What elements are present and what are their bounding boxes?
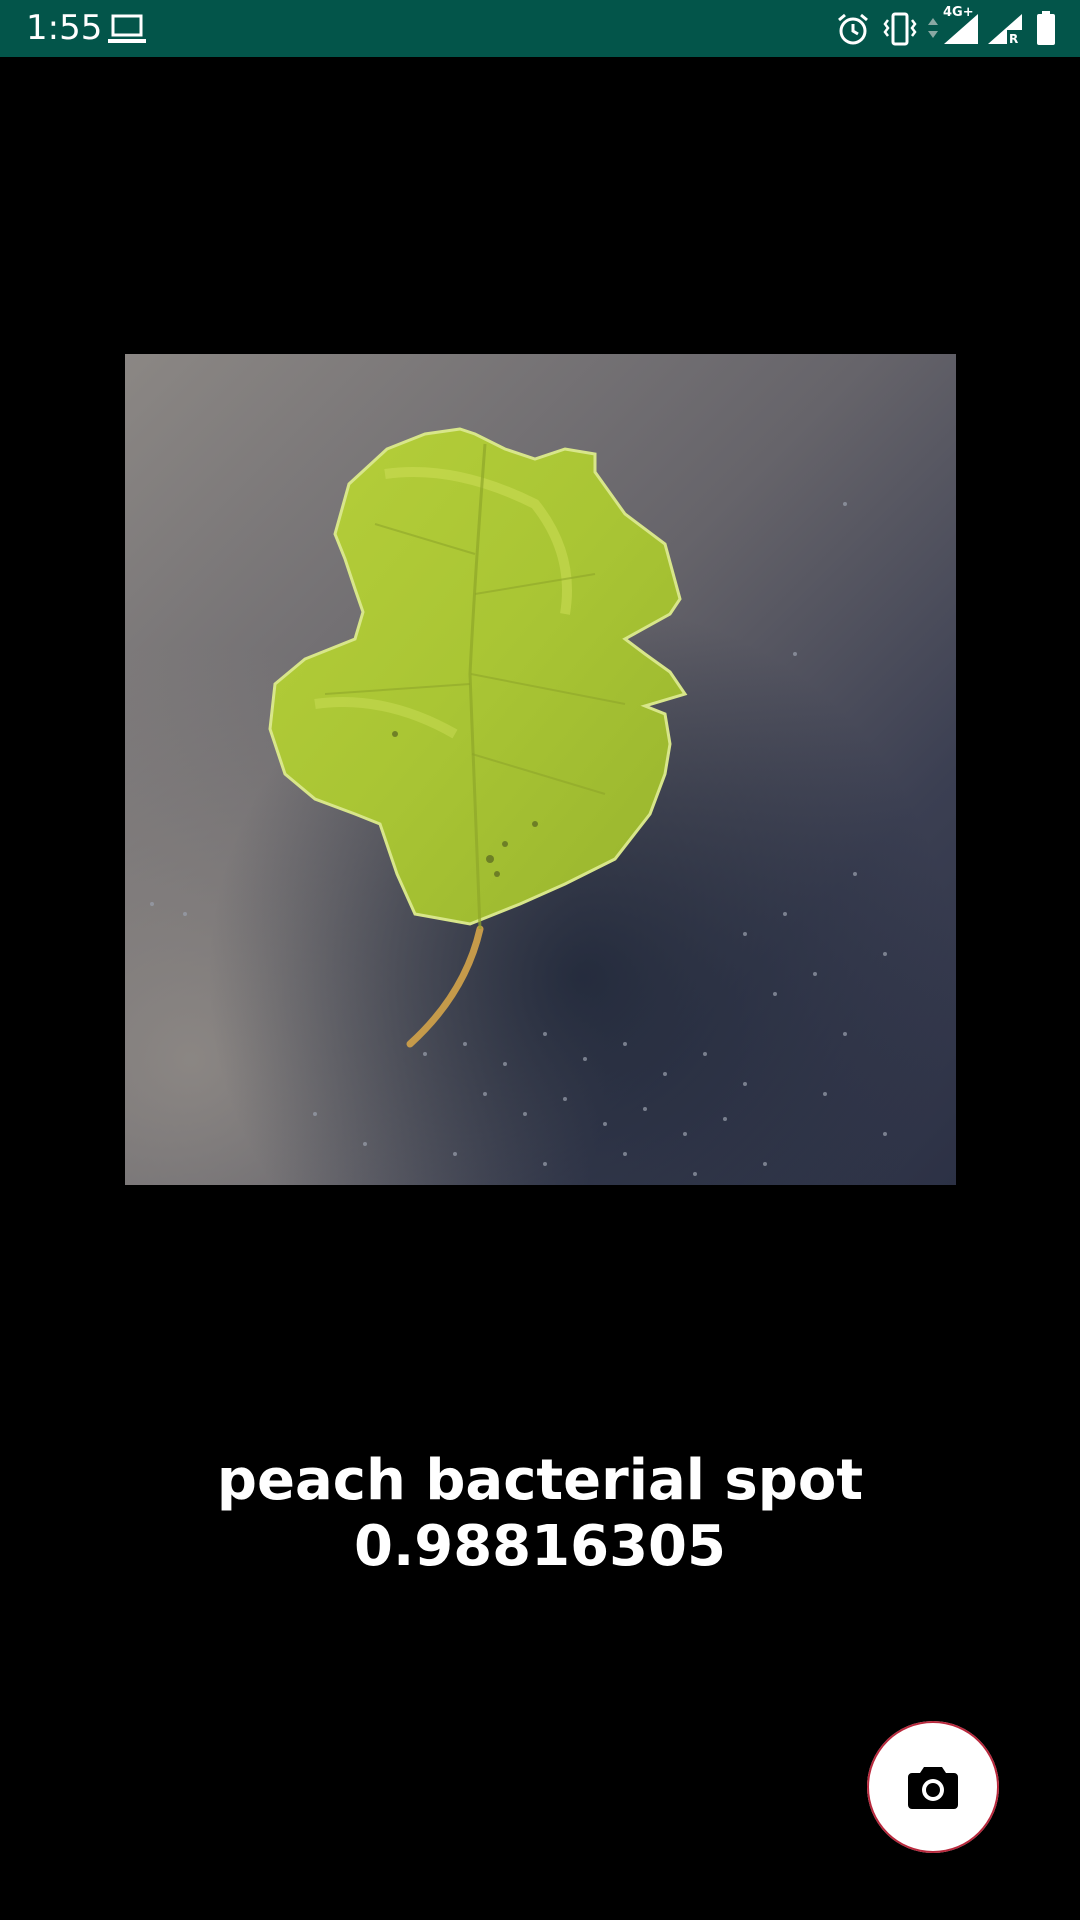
- camera-icon: [908, 1767, 958, 1809]
- battery-icon: [1037, 11, 1055, 45]
- status-time: 1:55: [26, 8, 103, 48]
- prediction-result: peach bacterial spot 0.98816305: [0, 1448, 1080, 1580]
- roaming-label: R: [1009, 32, 1019, 46]
- alarm-icon: [838, 13, 868, 45]
- leaf-photo: [125, 354, 956, 1185]
- vibrate-icon: [883, 12, 917, 46]
- camera-button[interactable]: [867, 1721, 999, 1853]
- leaf-photo-image: [125, 354, 956, 1185]
- laptop-icon: [108, 14, 146, 43]
- data-arrows-icon: [928, 18, 938, 38]
- signal-icon: [944, 14, 978, 44]
- screen: 1:55 4G+ R peach bacterial spot 0.988163…: [0, 0, 1080, 1920]
- status-bar: 1:55 4G+ R: [0, 0, 1080, 57]
- prediction-confidence: 0.98816305: [354, 1514, 726, 1579]
- prediction-label: peach bacterial spot: [216, 1448, 864, 1513]
